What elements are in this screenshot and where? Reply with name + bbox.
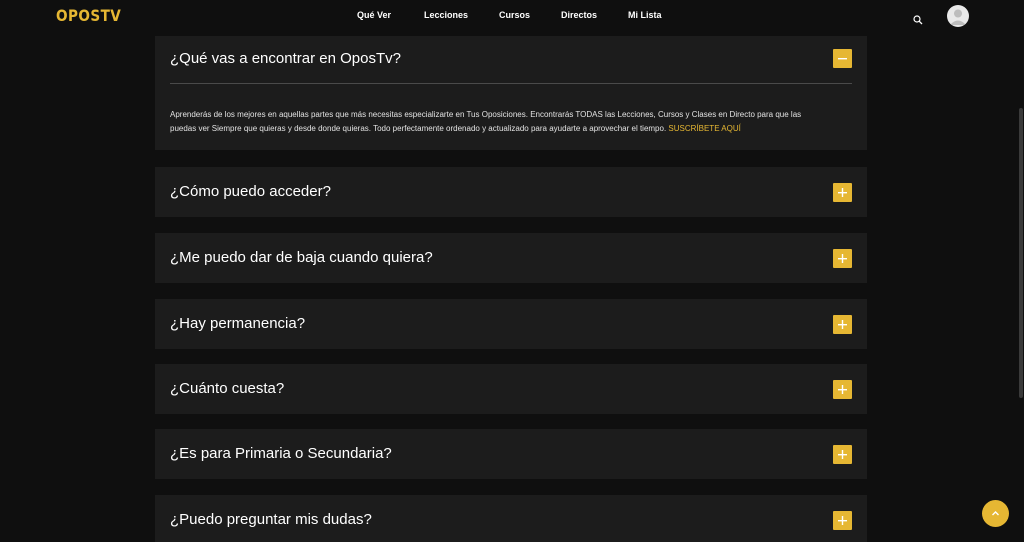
chevron-up-icon	[992, 511, 999, 516]
faq-item: ¿Cómo puedo acceder?	[155, 167, 867, 217]
plus-icon[interactable]	[833, 249, 852, 268]
back-to-top-button[interactable]	[982, 500, 1009, 527]
faq-question[interactable]: ¿Puedo preguntar mis dudas?	[170, 511, 372, 528]
faq-item: ¿Puedo preguntar mis dudas?	[155, 495, 867, 542]
faq-question[interactable]: ¿Me puedo dar de baja cuando quiera?	[170, 249, 433, 266]
nav-item-lecciones[interactable]: Lecciones	[424, 10, 468, 20]
nav-item-cursos[interactable]: Cursos	[499, 10, 530, 20]
nav-item-que-ver[interactable]: Qué Ver	[357, 10, 391, 20]
user-avatar-icon[interactable]	[947, 5, 969, 27]
search-icon[interactable]	[913, 12, 923, 25]
main-nav: Qué Ver Lecciones Cursos Directos Mi Lis…	[0, 10, 1024, 24]
nav-item-mi-lista[interactable]: Mi Lista	[628, 10, 662, 20]
plus-icon[interactable]	[833, 445, 852, 464]
faq-question[interactable]: ¿Qué vas a encontrar en OposTv?	[170, 50, 401, 67]
subscribe-link[interactable]: SUSCRÍBETE AQUÍ	[668, 124, 740, 133]
faq-item: ¿Cuánto cuesta?	[155, 364, 867, 414]
faq-item: ¿Es para Primaria o Secundaria?	[155, 429, 867, 479]
plus-icon[interactable]	[833, 380, 852, 399]
faq-item: ¿Hay permanencia?	[155, 299, 867, 349]
plus-icon[interactable]	[833, 315, 852, 334]
faq-question[interactable]: ¿Es para Primaria o Secundaria?	[170, 445, 392, 462]
plus-icon[interactable]	[833, 183, 852, 202]
faq-divider	[170, 83, 852, 84]
minus-icon[interactable]	[833, 49, 852, 68]
faq-answer-text: puedas ver Siempre que quieras y desde d…	[170, 124, 667, 133]
page-scrollbar[interactable]	[1019, 108, 1023, 398]
faq-item: ¿Me puedo dar de baja cuando quiera?	[155, 233, 867, 283]
faq-question[interactable]: ¿Cómo puedo acceder?	[170, 183, 331, 200]
top-navigation-bar: OPOSTV Qué Ver Lecciones Cursos Directos…	[0, 0, 1024, 32]
plus-icon[interactable]	[833, 511, 852, 530]
faq-answer: Aprenderás de los mejores en aquellas pa…	[170, 108, 850, 136]
faq-question[interactable]: ¿Hay permanencia?	[170, 315, 305, 332]
faq-answer-line: Aprenderás de los mejores en aquellas pa…	[170, 110, 802, 119]
nav-item-directos[interactable]: Directos	[561, 10, 597, 20]
faq-question[interactable]: ¿Cuánto cuesta?	[170, 380, 284, 397]
faq-answer-line: puedas ver Siempre que quieras y desde d…	[170, 122, 850, 136]
